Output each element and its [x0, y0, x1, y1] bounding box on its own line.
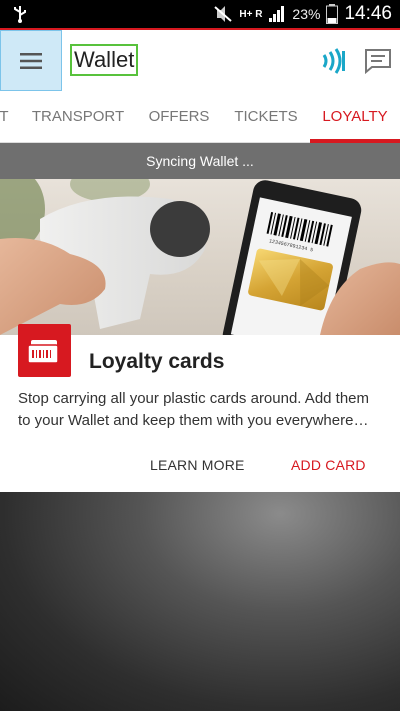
mute-icon	[214, 6, 233, 22]
background-area	[0, 492, 400, 711]
tab-transport[interactable]: TRANSPORT	[26, 91, 130, 143]
signal-icon	[269, 6, 285, 22]
battery-percent: 23%	[292, 6, 321, 22]
loyalty-card-icon	[18, 324, 71, 377]
hamburger-icon	[20, 52, 42, 69]
card-title: Loyalty cards	[89, 350, 225, 373]
tab-loyalty[interactable]: LOYALTY	[316, 91, 394, 143]
hero-illustration: 1234567891234 5	[0, 179, 400, 335]
learn-more-button[interactable]: LEARN MORE	[150, 457, 245, 473]
clock: 14:46	[344, 3, 392, 24]
status-bar: H+ R 23% 14:46	[0, 0, 400, 28]
tab-partial[interactable]: T	[0, 91, 10, 143]
tab-offers[interactable]: OFFERS	[143, 91, 215, 143]
tab-bar: T TRANSPORT OFFERS TICKETS LOYALTY	[0, 91, 400, 143]
add-card-button[interactable]: ADD CARD	[291, 457, 366, 473]
menu-button[interactable]	[0, 30, 62, 91]
loyalty-info-card: Loyalty cards Stop carrying all your pla…	[0, 324, 400, 492]
network-type: H+ R	[239, 8, 263, 20]
tab-tickets[interactable]: TICKETS	[229, 91, 303, 143]
battery-icon	[326, 4, 339, 24]
nfc-icon[interactable]	[318, 47, 348, 75]
hero-image: 1234567891234 5	[0, 179, 400, 335]
message-icon[interactable]	[364, 48, 392, 74]
card-description: Stop carrying all your plastic cards aro…	[18, 390, 370, 429]
usb-icon	[14, 6, 26, 23]
page-title: Wallet	[70, 44, 139, 76]
sync-status-bar: Syncing Wallet ...	[0, 143, 400, 179]
app-bar: Wallet	[0, 30, 400, 91]
